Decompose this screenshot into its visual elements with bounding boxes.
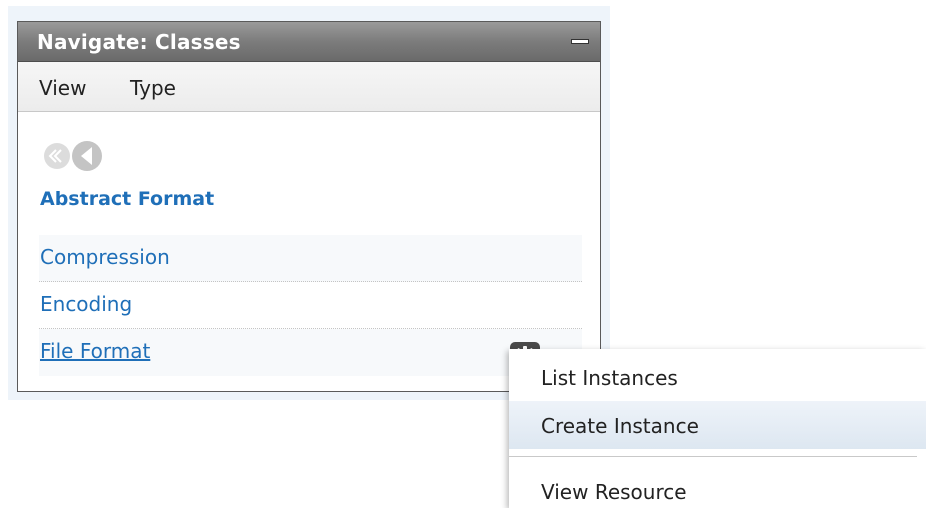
- menu-view[interactable]: View: [39, 76, 86, 100]
- panel-title: Navigate: Classes: [37, 30, 241, 54]
- menu-item-view-resource[interactable]: View Resource: [509, 467, 926, 508]
- minimize-button[interactable]: [570, 31, 590, 51]
- menu-item-list-instances[interactable]: List Instances: [509, 353, 926, 401]
- class-title[interactable]: Abstract Format: [40, 188, 214, 210]
- panel-title-bar: Navigate: Classes: [18, 22, 600, 62]
- subclass-list: Compression Encoding File Format: [39, 235, 582, 376]
- back-arrows-icon: [44, 141, 102, 171]
- menu-item-create-instance[interactable]: Create Instance: [509, 401, 926, 449]
- panel-menu-bar: View Type: [18, 62, 600, 112]
- navigate-classes-panel: Navigate: Classes View Type Abstract For…: [17, 21, 601, 392]
- menu-type[interactable]: Type: [130, 76, 176, 100]
- menu-item-label: List Instances: [541, 366, 678, 390]
- minimize-icon: [571, 39, 589, 44]
- subclass-link-encoding[interactable]: Encoding: [40, 292, 132, 316]
- menu-item-label: Create Instance: [541, 414, 699, 438]
- subclass-link-file-format[interactable]: File Format: [40, 339, 150, 363]
- subclass-row: File Format: [39, 329, 582, 376]
- back-button[interactable]: [39, 139, 107, 173]
- subclass-link-compression[interactable]: Compression: [40, 245, 170, 269]
- subclass-row: Encoding: [39, 282, 582, 329]
- subclass-row: Compression: [39, 235, 582, 282]
- stage: Navigate: Classes View Type Abstract For…: [0, 0, 926, 508]
- context-menu: List Instances Create Instance View Reso…: [509, 349, 926, 508]
- menu-separator: [509, 456, 917, 457]
- menu-item-label: View Resource: [541, 480, 687, 504]
